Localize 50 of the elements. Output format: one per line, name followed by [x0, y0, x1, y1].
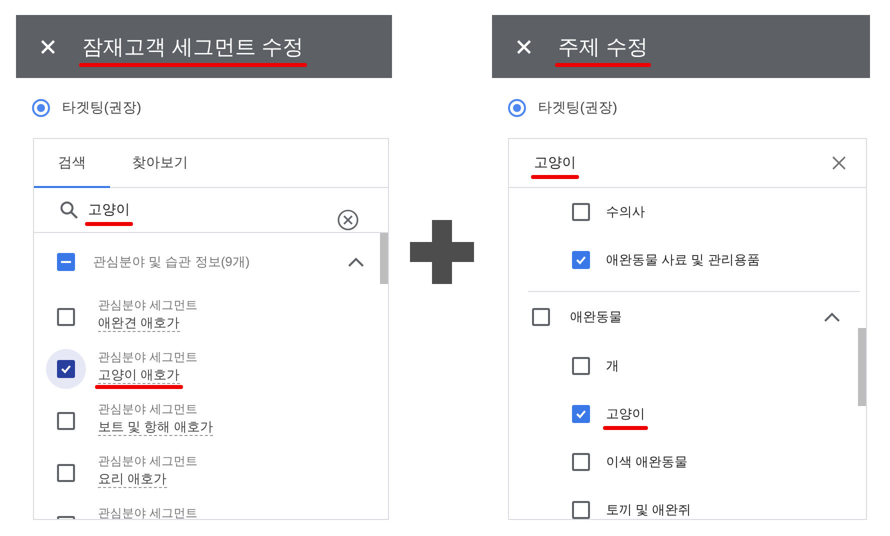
topic-label: 토끼 및 애완쥐 — [606, 501, 692, 519]
checkmark-icon — [575, 408, 587, 420]
chevron-up-icon[interactable] — [348, 257, 364, 267]
clear-icon[interactable] — [337, 209, 359, 231]
dialog-title: 잠재고객 세그먼트 수정 — [82, 34, 304, 60]
topic-label: 애완동물 사료 및 관리용품 — [606, 251, 760, 269]
chevron-up-icon[interactable] — [824, 312, 840, 322]
category-label: 관심분야 세그먼트 — [98, 453, 198, 470]
group-label: 관심분야 및 습관 정보(9개) — [93, 253, 251, 271]
checkbox[interactable] — [572, 501, 590, 519]
category-label: 관심분야 세그먼트 — [98, 297, 198, 314]
topic-label: 고양이 — [606, 405, 645, 423]
checkbox[interactable] — [57, 360, 75, 378]
topic-label: 개 — [606, 357, 619, 375]
scrollbar[interactable] — [380, 233, 388, 284]
checkbox[interactable] — [57, 253, 75, 271]
search-icon — [60, 201, 78, 219]
topic-label: 수의사 — [606, 203, 645, 221]
checkmark-icon — [575, 254, 587, 266]
segment-name[interactable]: 요리 애호가 — [98, 470, 167, 488]
tab[interactable]: 찾아보기 — [110, 139, 210, 188]
checkbox[interactable] — [572, 357, 590, 375]
topic-label: 이색 애완동물 — [606, 453, 688, 471]
dialog-title: 주제 수정 — [558, 34, 648, 60]
category-label: 관심분야 세그먼트 — [98, 349, 198, 366]
checkbox[interactable] — [572, 203, 590, 221]
checkbox[interactable] — [57, 464, 75, 482]
category-label: 애완동물 — [570, 308, 623, 326]
checkbox[interactable] — [572, 405, 590, 423]
checkbox[interactable] — [57, 308, 75, 326]
checkbox[interactable] — [57, 412, 75, 430]
radio-label: 타겟팅(권장) — [538, 99, 618, 117]
checkbox[interactable] — [572, 251, 590, 269]
search-field[interactable]: 고양이 — [534, 154, 576, 172]
scrollbar[interactable] — [858, 328, 866, 406]
category-label: 관심분야 세그먼트 — [98, 505, 198, 519]
radio-button[interactable] — [508, 99, 526, 117]
category-label: 관심분야 세그먼트 — [98, 401, 198, 418]
segment-name[interactable]: 고양이 애호가 — [98, 366, 180, 384]
checkbox[interactable] — [572, 453, 590, 471]
search-field[interactable]: 고양이 — [88, 201, 130, 219]
close-icon[interactable] — [832, 156, 846, 170]
tab[interactable]: 검색 — [34, 139, 110, 188]
checkmark-icon — [60, 363, 72, 375]
plus-icon — [410, 220, 474, 284]
radio-button[interactable] — [32, 99, 50, 117]
segment-name[interactable]: 보트 및 항해 애호가 — [98, 418, 213, 436]
segment-name[interactable]: 애완견 애호가 — [98, 314, 180, 332]
checkbox[interactable] — [532, 308, 550, 326]
radio-label: 타겟팅(권장) — [62, 99, 142, 117]
